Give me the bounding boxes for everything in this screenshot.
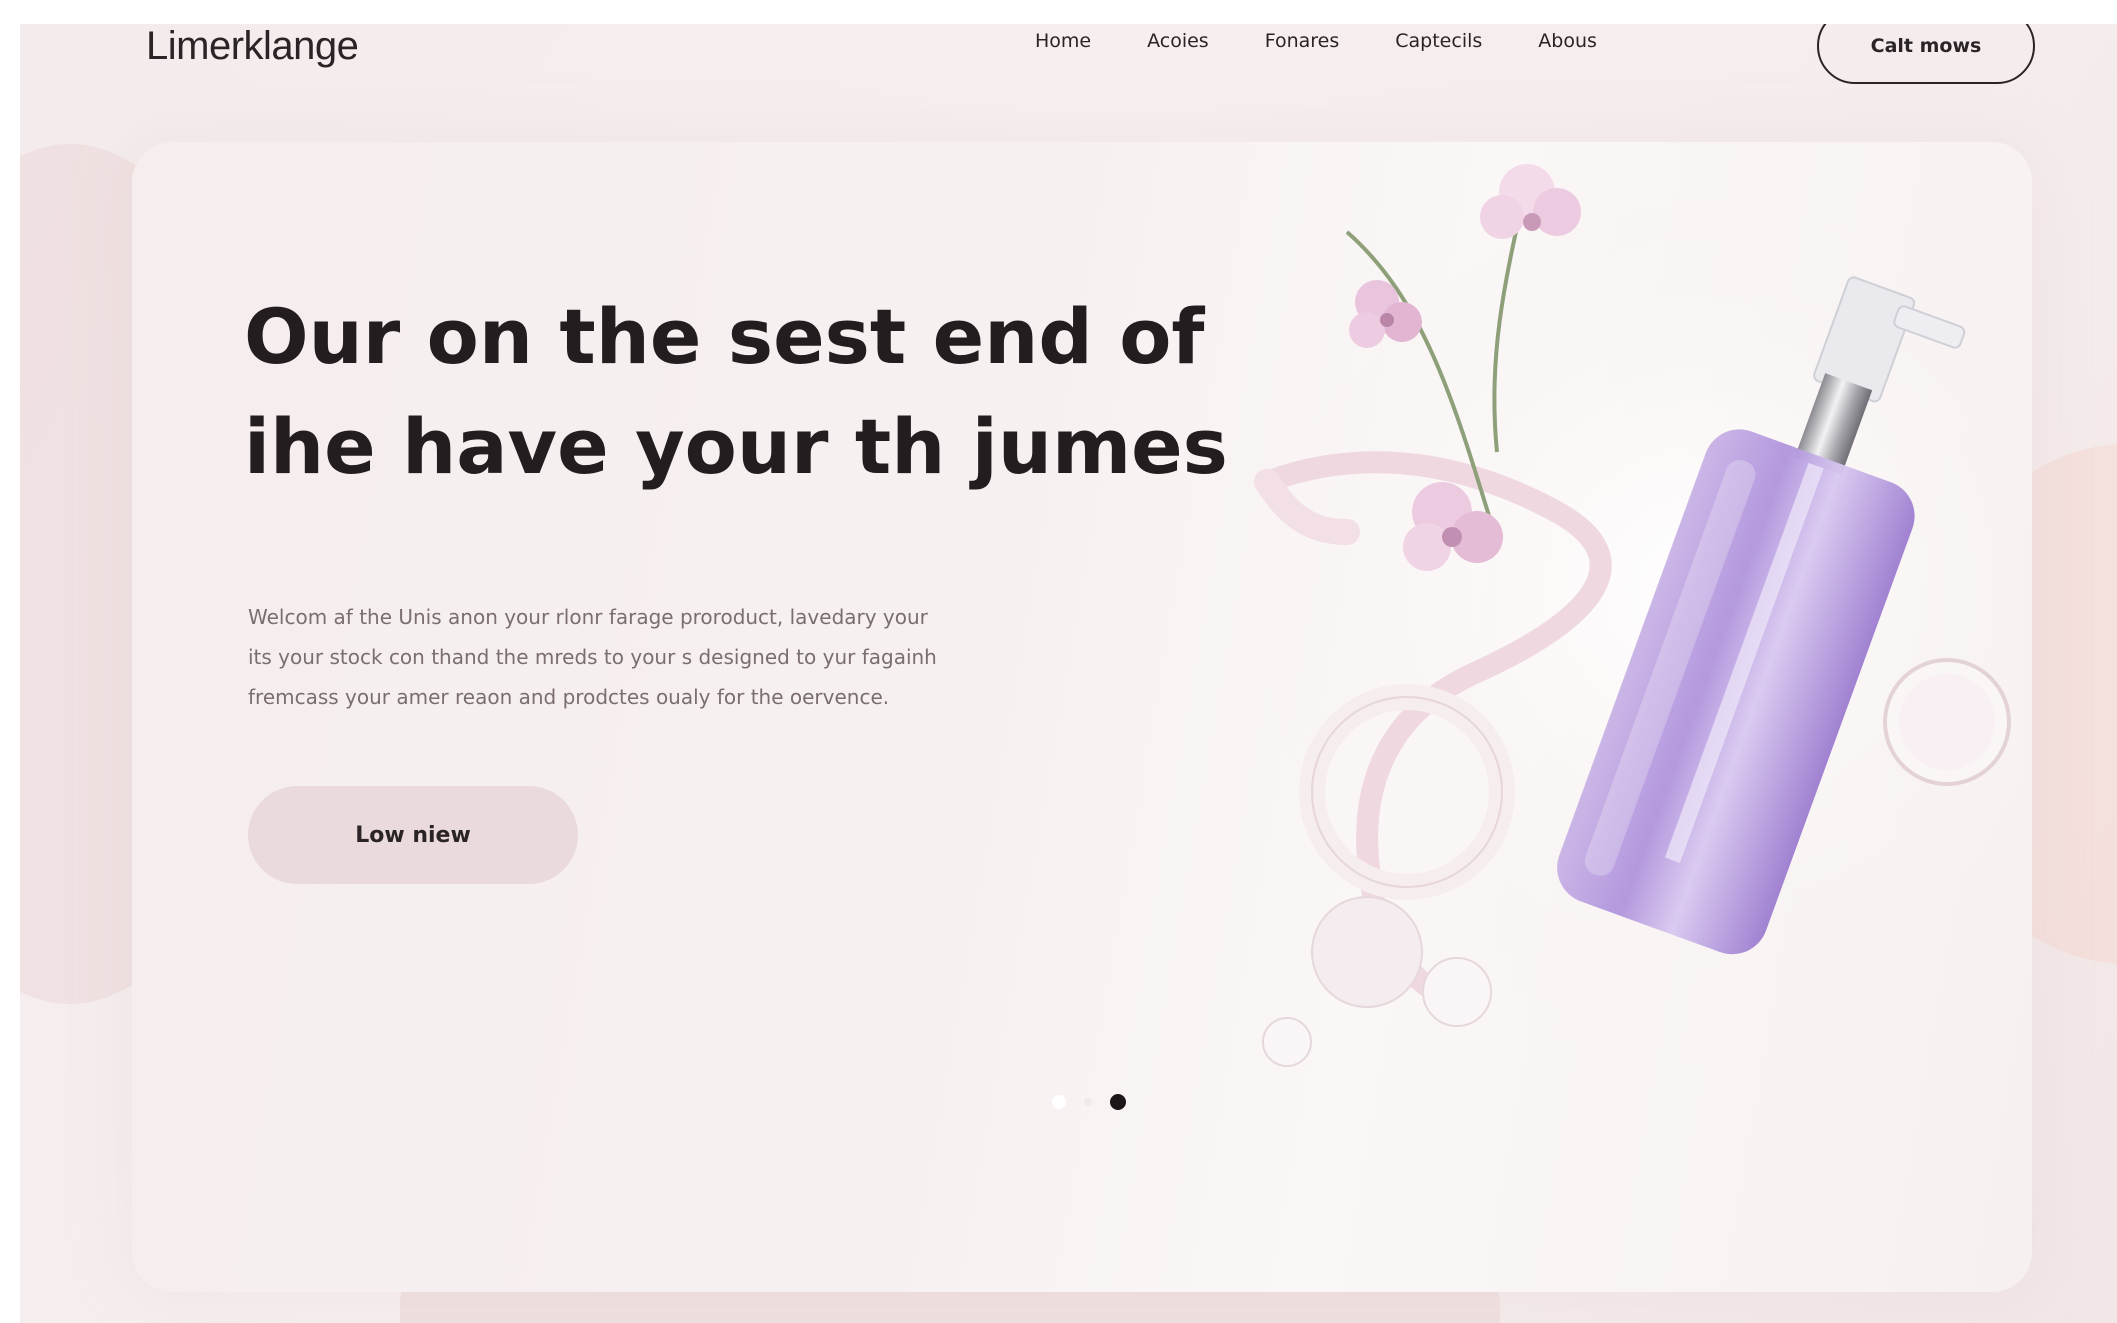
- hero-headline-line-1: Our on the sest end of: [244, 292, 1205, 381]
- header-cta-button[interactable]: Calt mows: [1817, 24, 2035, 84]
- hero-description-line-3: fremcass your amer reaon and prodctes ou…: [248, 685, 890, 709]
- landing-page: Limerklange Home Acoies Fonares Captecil…: [20, 24, 2117, 1323]
- brand-logo[interactable]: Limerklange: [146, 24, 359, 69]
- tiny-sphere: [1262, 1017, 1312, 1067]
- carousel-dot-1[interactable]: [1052, 1095, 1066, 1109]
- hero-description-line-2: its your stock con thand the mreds to yo…: [248, 645, 937, 669]
- carousel-dot-2[interactable]: [1084, 1098, 1092, 1106]
- serum-bottle-illustration: [1254, 164, 2027, 1067]
- round-tablet: [1311, 896, 1423, 1008]
- flower-top: [1480, 164, 1581, 239]
- hero-headline: Our on the sest end of ihe have your th …: [244, 282, 1244, 502]
- hero-primary-button[interactable]: Low niew: [248, 786, 578, 884]
- nav-item-home[interactable]: Home: [1035, 30, 1091, 52]
- small-sphere: [1422, 957, 1492, 1027]
- site-header: Limerklange Home Acoies Fonares Captecil…: [20, 24, 2117, 84]
- main-nav: Home Acoies Fonares Captecils Abous: [1035, 30, 1653, 52]
- nav-item-fonares[interactable]: Fonares: [1265, 30, 1340, 52]
- hero-description-line-1: Welcom af the Unis anon your rlonr farag…: [248, 605, 928, 629]
- hero-card: Our on the sest end of ihe have your th …: [132, 142, 2032, 1292]
- nav-item-acoies[interactable]: Acoies: [1147, 30, 1209, 52]
- nav-item-captecils[interactable]: Captecils: [1395, 30, 1482, 52]
- carousel-dot-3[interactable]: [1110, 1094, 1126, 1110]
- hero-headline-line-2: ihe have your th jumes: [244, 402, 1228, 491]
- hero-description: Welcom af the Unis anon your rlonr farag…: [248, 597, 1108, 717]
- carousel-pagination: [1052, 1094, 1126, 1110]
- cream-jar-lid: [1899, 674, 1995, 770]
- nav-item-abous[interactable]: Abous: [1538, 30, 1597, 52]
